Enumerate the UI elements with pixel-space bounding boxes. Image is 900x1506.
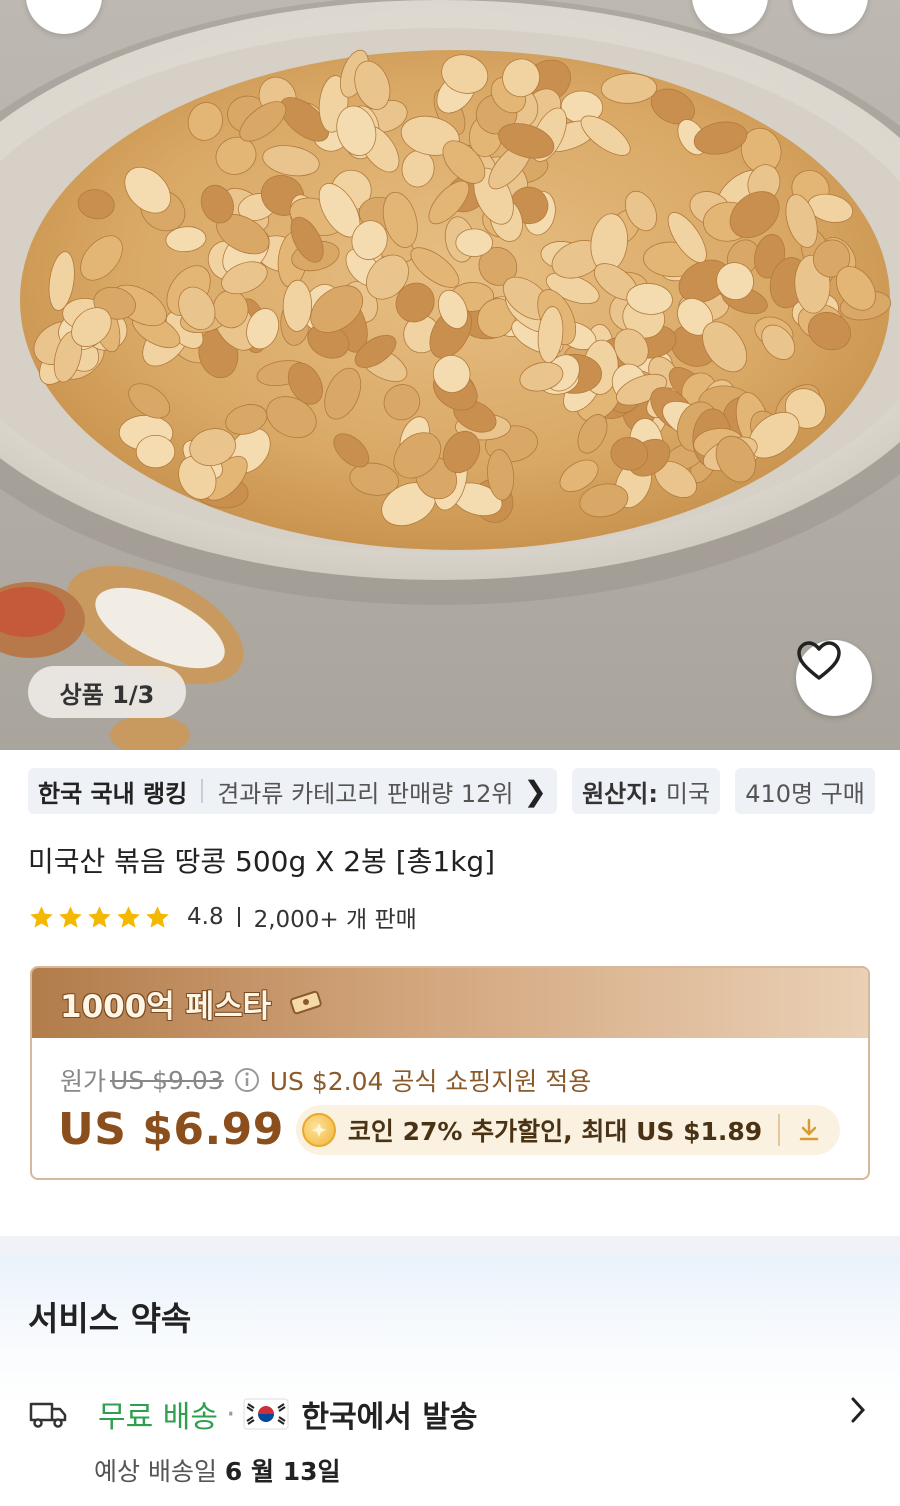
coin-icon [301, 1112, 336, 1147]
wishlist-button[interactable] [796, 640, 872, 716]
star-icon [146, 905, 169, 928]
image-counter: 상품 1/3 [28, 666, 186, 718]
rating-row[interactable]: 4.8 2,000+ 개 판매 [28, 900, 417, 934]
original-price: US $9.03 [110, 1065, 224, 1095]
ranking-chip[interactable]: 한국 국내 랭킹 견과류 카테고리 판매량 12위 ❯ [28, 768, 557, 814]
ship-from: 한국에서 발송 [301, 1400, 478, 1435]
promo-banner-title: 1000억 페스타 [60, 988, 272, 1025]
coin-divider [778, 1113, 781, 1146]
price-row: US $6.99 코인 27% 추가할인, 최대 US $1.89 [58, 1104, 841, 1155]
origin-value: 미국 [665, 779, 711, 808]
peanut-photo [0, 0, 900, 750]
info-chips: 한국 국내 랭킹 견과류 카테고리 판매량 12위 ❯ 원산지: 미국 410명… [28, 768, 900, 816]
sales-count: 2,000+ 개 판매 [253, 907, 417, 933]
star-icon [88, 905, 111, 928]
original-label: 원가 [60, 1067, 107, 1096]
service-title: 서비스 약속 [28, 1299, 192, 1338]
info-icon[interactable] [234, 1067, 260, 1093]
delivery-estimate: 예상 배송일 6 월 13일 [94, 1452, 341, 1488]
rating-stars [28, 904, 173, 931]
separator-dot: · [225, 1396, 236, 1432]
ticket-icon [290, 990, 322, 1015]
buyers-chip: 410명 구매 [735, 768, 875, 814]
support-text: US $2.04 공식 쇼핑지원 적용 [269, 1067, 592, 1096]
original-price-row: 원가 US $9.03 US $2.04 공식 쇼핑지원 적용 [60, 1062, 591, 1098]
eta-label: 예상 배송일 [94, 1457, 217, 1486]
korea-flag-icon [243, 1398, 289, 1430]
origin-label: 원산지: [582, 779, 658, 808]
buyers-count: 410명 구매 [745, 779, 865, 808]
promo-banner: 1000억 페스타 [32, 968, 868, 1038]
sale-price: US $6.99 [58, 1104, 284, 1155]
eta-date: 6 월 13일 [224, 1457, 341, 1486]
product-image[interactable]: 상품 1/3 [0, 0, 900, 750]
free-shipping: 무료 배송 [98, 1400, 218, 1435]
star-icon [117, 905, 140, 928]
chevron-right-icon: ❯ [523, 774, 547, 808]
download-icon [799, 1118, 819, 1140]
service-section: 서비스 약속 무료 배송 · 한국에서 발송 예상 배송일 6 월 13일 [0, 1256, 900, 1506]
star-icon [30, 905, 53, 928]
heart-icon [797, 641, 841, 680]
origin-chip: 원산지: 미국 [572, 768, 721, 814]
rating-value: 4.8 [187, 904, 224, 930]
product-title: 미국산 볶음 땅콩 500g X 2봉 [총1kg] [28, 845, 496, 878]
star-icon [59, 905, 82, 928]
chip-divider [201, 779, 204, 803]
section-divider [0, 1236, 900, 1256]
promo-card[interactable]: 1000억 페스타 원가 US $9.03 US $2.04 공식 쇼핑지원 적… [30, 966, 870, 1180]
chevron-right-icon[interactable] [846, 1394, 870, 1426]
truck-icon [29, 1402, 67, 1428]
ranking-detail: 견과류 카테고리 판매량 12위 [217, 779, 514, 808]
coin-discount-button[interactable]: 코인 27% 추가할인, 최대 US $1.89 [295, 1104, 841, 1155]
coin-discount-text: 코인 27% 추가할인, 최대 US $1.89 [347, 1116, 763, 1146]
shipping-row[interactable]: 무료 배송 · 한국에서 발송 [28, 1392, 478, 1436]
rating-divider [237, 907, 240, 927]
ranking-label: 한국 국내 랭킹 [38, 779, 188, 808]
